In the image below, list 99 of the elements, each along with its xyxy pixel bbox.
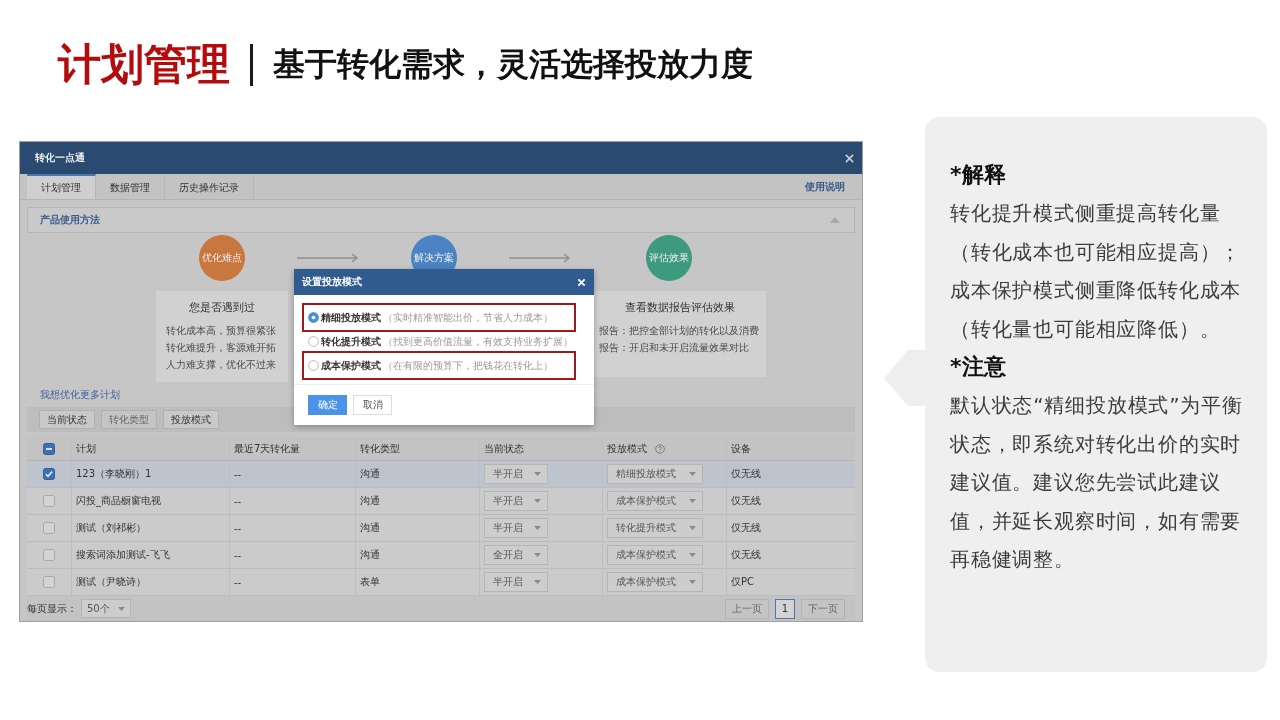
card-text-line: 转化难提升，客源难开拓 [166,341,277,355]
more-plans-link[interactable]: 我想优化更多计划 [40,387,120,402]
collapse-icon[interactable] [830,217,840,223]
plan-name: 测试（尹晓诗） [76,575,146,589]
table-cell: -- [234,549,242,561]
note-text: 默认状态“精细投放模式”为平衡状态，即系统对转化出价的实时建议值。建议您先尝试此建议值，并延长观察时间，如有需要再稳健调整。 [950,392,1244,573]
card-title: 您是否遇到过 [188,300,256,315]
caret-icon [689,526,696,530]
mode-dropdown[interactable]: 成本保护模式 [607,491,703,511]
right-arrow-icon [297,253,359,263]
plan-name: 测试（刘祁彬） [76,521,146,535]
row-checkbox[interactable] [43,468,55,480]
table-cell: 沟通 [360,521,380,535]
table-row[interactable]: 123（李晓刚）1 -- 沟通 半开启 精细投放模式 仅无线 [27,461,855,488]
mode-dropdown[interactable]: 转化提升模式 [607,518,703,538]
table-row[interactable]: 测试（刘祁彬） -- 沟通 半开启 转化提升模式 仅无线 [27,515,855,542]
cancel-button[interactable]: 取消 [353,395,392,415]
caret-icon [534,472,541,476]
caret-icon [118,606,125,611]
table-row[interactable]: 测试（尹晓诗） -- 表单 半开启 成本保护模式 仅PC [27,569,855,596]
step-circle: 优化难点 [199,235,245,281]
column-header: 当前状态 [484,441,524,456]
table-cell: 仅无线 [731,467,761,481]
caret-icon [689,472,696,476]
column-header: 计划 [76,441,96,456]
tab[interactable]: 计划管理 [27,174,96,199]
table-cell: -- [234,495,242,507]
status-dropdown[interactable]: 全开启 [484,545,548,565]
table-cell: -- [234,468,242,480]
page-size-label: 每页显示： [27,601,77,616]
table-cell: 仅无线 [731,494,761,508]
note-heading: *解释 [950,161,1007,189]
caret-icon [689,553,696,557]
column-header: 转化类型 [360,441,400,456]
card-text-line: 人力难支撑，优化不过来 [166,358,277,372]
table-row[interactable]: 闪投_商品橱窗电视 -- 沟通 半开启 成本保护模式 仅无线 [27,488,855,515]
page-size-dropdown[interactable]: 50个 [81,599,131,618]
row-checkbox[interactable] [43,495,55,507]
tab[interactable]: 数据管理 [96,174,165,199]
status-dropdown[interactable]: 半开启 [484,491,548,511]
window-title: 转化一点通 [35,151,85,165]
row-checkbox[interactable] [43,549,55,561]
slide-title: 计划管理 [58,38,230,90]
radio-icon[interactable] [308,336,319,347]
plan-name: 闪投_商品橱窗电视 [76,494,161,508]
mode-dropdown[interactable]: 成本保护模式 [607,545,703,565]
table-cell: 沟通 [360,548,380,562]
column-header: 最近7天转化量 [234,441,301,456]
column-header: 投放模式 [607,441,647,456]
select-all-checkbox[interactable] [43,442,55,455]
right-arrow-icon [509,253,571,263]
mode-dropdown[interactable]: 成本保护模式 [607,572,703,592]
tab[interactable]: 历史操作记录 [165,174,254,199]
caret-icon [534,580,541,584]
radio-icon[interactable] [308,360,319,371]
step-circle: 评估效果 [645,235,692,281]
table-cell: 沟通 [360,494,380,508]
caret-icon [689,580,696,584]
table-cell: 沟通 [360,467,380,481]
radio-option[interactable]: 转化提升模式 （找到更高价值流量，有效支持业务扩展） [308,334,580,349]
table-row[interactable]: 搜索词添加测试-飞飞 -- 沟通 全开启 成本保护模式 仅无线 [27,542,855,569]
row-checkbox[interactable] [43,522,55,534]
guide-title: 产品使用方法 [40,213,100,227]
status-dropdown[interactable]: 半开启 [484,572,548,592]
card-text-line: 报告：开启和未开启流量效果对比 [599,341,750,355]
dialog-title: 设置投放模式 [302,275,362,289]
card-text-line: 转化成本高，预算很紧张 [166,324,277,338]
table-cell: -- [234,522,242,534]
card-title: 查看数据报告评估效果 [623,300,736,315]
column-header: 设备 [731,441,751,456]
slide-subtitle: 基于转化需求，灵活选择投放力度 [273,44,753,85]
status-dropdown[interactable]: 半开启 [484,464,548,484]
page-number-button[interactable]: 1 [774,598,795,619]
caret-icon [534,499,541,503]
filter-button[interactable]: 投放模式 [163,410,219,429]
caret-icon [534,553,541,557]
table-cell: -- [234,576,242,588]
plan-name: 搜索词添加测试-飞飞 [76,548,170,562]
status-dropdown[interactable]: 半开启 [484,518,548,538]
row-checkbox[interactable] [43,576,55,588]
table-cell: 仅无线 [731,521,761,535]
plan-name: 123（李晓刚）1 [76,467,152,481]
card-text-line: 报告：把控全部计划的转化以及消费 [599,324,760,338]
caret-icon [534,526,541,530]
radio-icon[interactable] [308,312,319,323]
table-cell: 表单 [360,575,380,589]
help-link[interactable]: 使用说明 [805,179,855,194]
mode-dropdown[interactable]: 精细投放模式 [607,464,703,484]
caret-icon [689,499,696,503]
table-cell: 仅无线 [731,548,761,562]
close-icon[interactable] [845,153,854,163]
help-icon[interactable] [655,443,665,454]
radio-option[interactable]: 精细投放模式 （实时精准智能出价，节省人力成本） [308,310,570,325]
filter-button[interactable]: 当前状态 [39,410,95,429]
confirm-button[interactable]: 确定 [308,395,347,415]
table-cell: 仅PC [731,575,754,589]
radio-option[interactable]: 成本保护模式 （在有限的预算下，把钱花在转化上） [308,358,570,373]
note-heading: *注意 [950,353,1007,381]
note-text: 转化提升模式侧重提高转化量（转化成本也可能相应提高）；成本保护模式侧重降低转化成本（转化量也可能相应降低）。 [950,200,1243,343]
